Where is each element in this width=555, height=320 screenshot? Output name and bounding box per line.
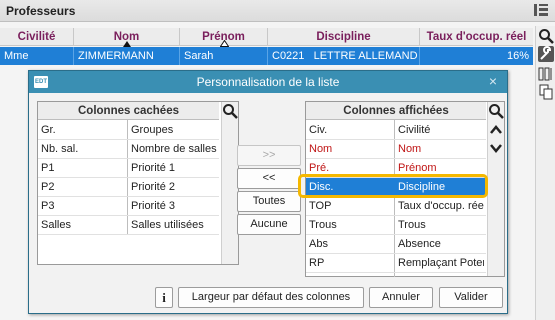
selection-highlight <box>298 174 488 198</box>
col-header-discipline[interactable]: Discipline <box>268 28 420 46</box>
list-item[interactable]: Gr. Groupes <box>38 121 219 140</box>
move-right-button[interactable]: >> <box>237 145 301 166</box>
chevron-down-icon[interactable] <box>488 140 504 156</box>
panel-title: Professeurs <box>6 4 76 18</box>
dialog-title: Personnalisation de la liste <box>196 75 340 89</box>
copy-icon[interactable] <box>538 84 554 100</box>
panel-title-bar: Professeurs <box>0 0 555 22</box>
col-header-taux[interactable]: Taux d'occup. réel <box>420 28 533 46</box>
cell-nom: ZIMMERMANN <box>74 47 180 65</box>
sort-asc-outline-icon <box>220 40 229 47</box>
list-item[interactable]: P2 Priorité 2 <box>38 178 219 197</box>
discipline-code: C0221 <box>272 50 305 62</box>
list-item[interactable]: P3 Priorité 3 <box>38 197 219 216</box>
close-icon[interactable]: × <box>489 73 497 89</box>
cell-taux: 16% <box>506 50 529 62</box>
shown-columns-header: Colonnes affichées <box>306 102 486 120</box>
list-item[interactable]: Nom Nom <box>306 140 486 159</box>
scrollbar[interactable] <box>487 102 504 276</box>
hidden-columns-header: Colonnes cachées <box>38 102 219 120</box>
chevron-up-icon[interactable] <box>488 122 504 138</box>
list-item[interactable]: RP Remplaçant Poten <box>306 254 486 273</box>
scrollbar[interactable] <box>221 102 238 264</box>
list-item[interactable]: Nb. sal. Nombre de salles <box>38 140 219 159</box>
default-width-button[interactable]: Largeur par défaut des colonnes <box>178 287 364 308</box>
list-item[interactable]: P1 Priorité 1 <box>38 159 219 178</box>
search-icon[interactable] <box>538 28 554 44</box>
side-toolbar <box>535 26 555 320</box>
columns-icon[interactable] <box>538 66 554 82</box>
cell-civilite: Mme <box>0 47 74 65</box>
search-icon[interactable] <box>488 103 504 119</box>
main-table-header: Civilité Nom Prénom Discipline Taux d'oc… <box>0 28 533 47</box>
list-item[interactable]: Civ. Civilité <box>306 121 486 140</box>
move-left-button[interactable]: << <box>237 168 301 189</box>
discipline-label: LETTRE ALLEMAND <box>313 50 418 62</box>
none-button[interactable]: Aucune <box>237 214 301 235</box>
info-button[interactable]: i <box>155 287 173 308</box>
col-header-prenom[interactable]: Prénom <box>180 28 268 47</box>
list-item[interactable]: Abs Absence <box>306 235 486 254</box>
col-header-civilite[interactable]: Civilité <box>0 28 74 46</box>
list-item[interactable]: Salles Salles utilisées <box>38 216 219 235</box>
all-button[interactable]: Toutes <box>237 191 301 212</box>
dialog-title-bar[interactable]: EDT Personnalisation de la liste × <box>29 71 507 93</box>
cancel-button[interactable]: Annuler <box>369 287 433 308</box>
hidden-columns-list: Colonnes cachées Gr. Groupes Nb. sal. Nomb… <box>37 101 239 265</box>
layout-icon[interactable] <box>533 3 549 17</box>
cell-prenom: Sarah <box>180 47 268 65</box>
validate-button[interactable]: Valider <box>439 287 503 308</box>
list-item[interactable]: TOP Taux d'occup. réel <box>306 197 486 216</box>
col-header-nom[interactable]: Nom <box>74 28 180 47</box>
cell-discipline: C0221 LETTRE ALLEMAND <box>268 47 420 65</box>
wrench-icon[interactable] <box>538 46 554 62</box>
search-icon[interactable] <box>222 103 238 119</box>
list-item[interactable]: Trous Trous <box>306 216 486 235</box>
table-row-selected[interactable]: Mme ZIMMERMANN Sarah C0221 LETTRE ALLEMA… <box>0 47 533 65</box>
